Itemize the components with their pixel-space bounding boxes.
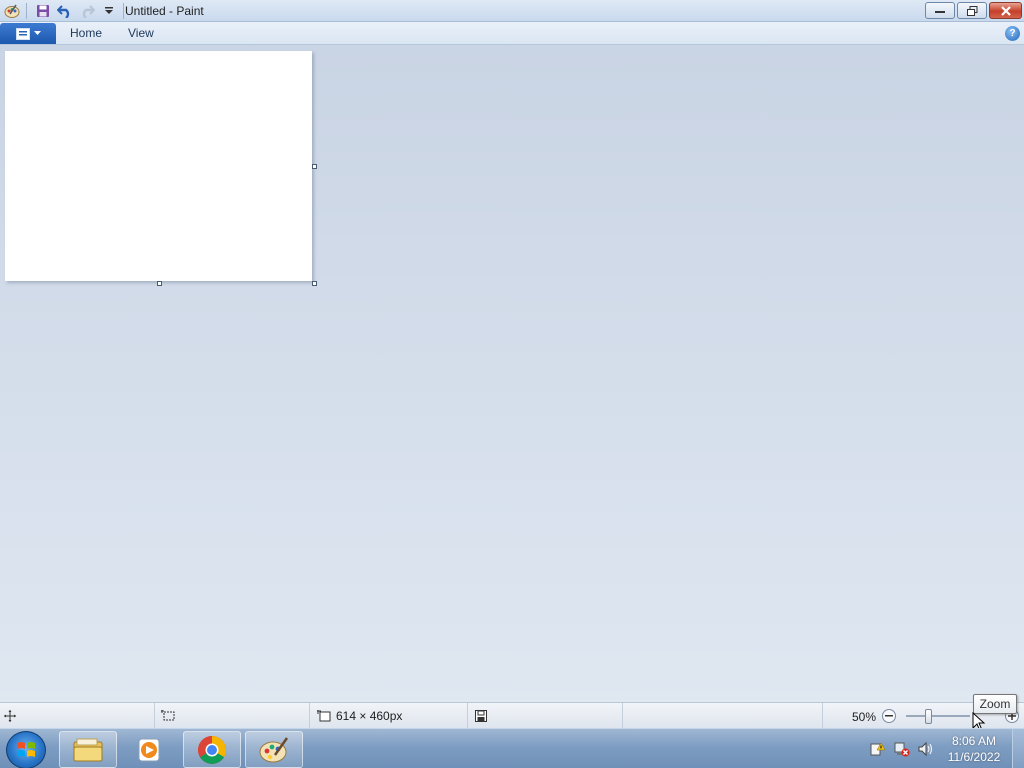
show-desktop-button[interactable] xyxy=(1012,729,1024,768)
help-icon[interactable]: ? xyxy=(1005,26,1020,41)
paint-menu-button[interactable] xyxy=(0,23,56,44)
paint-icon xyxy=(259,736,289,762)
taskbar: 8:06 AM 11/6/2022 xyxy=(0,728,1024,768)
zoom-out-button[interactable] xyxy=(882,709,896,723)
media-player-taskbar-button[interactable] xyxy=(120,731,178,768)
selection-size-segment xyxy=(155,703,310,729)
tab-home[interactable]: Home xyxy=(70,26,102,40)
resize-handle-corner[interactable] xyxy=(312,281,317,286)
paint-menu-icon xyxy=(15,27,30,40)
quick-access-toolbar xyxy=(0,0,128,22)
restore-button[interactable] xyxy=(957,2,987,19)
selection-size-icon xyxy=(161,710,175,721)
canvas-workspace xyxy=(0,45,1024,702)
chrome-icon xyxy=(198,735,226,764)
network-icon[interactable] xyxy=(894,741,910,757)
canvas-size-text: 614 × 460px xyxy=(336,709,403,723)
save-icon[interactable] xyxy=(33,1,53,21)
close-button[interactable] xyxy=(989,2,1022,19)
windows-logo-icon xyxy=(17,742,35,757)
window-controls xyxy=(925,2,1022,19)
chrome-taskbar-button[interactable] xyxy=(183,731,241,768)
zoom-level-text: 50% xyxy=(852,710,877,724)
system-tray xyxy=(870,729,934,768)
clock-date: 11/6/2022 xyxy=(947,750,1001,764)
cursor-position-segment xyxy=(0,703,155,729)
system-clock[interactable]: 8:06 AM 11/6/2022 xyxy=(942,733,1006,765)
clock-time: 8:06 AM xyxy=(951,734,997,748)
undo-icon[interactable] xyxy=(55,1,75,21)
tab-view[interactable]: View xyxy=(128,26,154,40)
canvas-size-icon xyxy=(317,710,331,722)
volume-icon[interactable] xyxy=(918,741,934,757)
window-title: Untitled - Paint xyxy=(125,4,204,18)
customize-dropdown-icon[interactable] xyxy=(99,1,119,21)
cursor-position-icon xyxy=(4,710,16,722)
windows-explorer-taskbar-button[interactable] xyxy=(59,731,117,768)
zoom-slider-track[interactable] xyxy=(906,715,970,717)
zoom-tooltip: Zoom xyxy=(973,694,1017,714)
status-bar: 614 × 460px 50% xyxy=(0,702,1024,729)
qat-separator xyxy=(26,3,27,19)
ribbon-tabs: Home View ? xyxy=(0,22,1024,45)
resize-handle-right[interactable] xyxy=(312,164,317,169)
action-center-icon[interactable] xyxy=(870,741,886,757)
status-spacer xyxy=(623,703,823,729)
resize-handle-bottom[interactable] xyxy=(157,281,162,286)
canvas-size-segment: 614 × 460px xyxy=(310,703,468,729)
chevron-down-icon xyxy=(33,31,41,35)
drawing-canvas[interactable] xyxy=(5,51,312,281)
windows-explorer-icon xyxy=(73,738,103,761)
zoom-slider-thumb[interactable] xyxy=(925,709,932,724)
redo-icon[interactable] xyxy=(77,1,97,21)
title-bar: Untitled - Paint xyxy=(0,0,1024,22)
file-size-icon xyxy=(475,710,487,722)
start-button[interactable] xyxy=(6,731,46,768)
paint-app-icon[interactable] xyxy=(2,1,22,21)
media-player-icon xyxy=(138,738,160,761)
minimize-button[interactable] xyxy=(925,2,955,19)
qat-separator xyxy=(123,3,124,19)
file-size-segment xyxy=(468,703,623,729)
paint-taskbar-button[interactable] xyxy=(245,731,303,768)
